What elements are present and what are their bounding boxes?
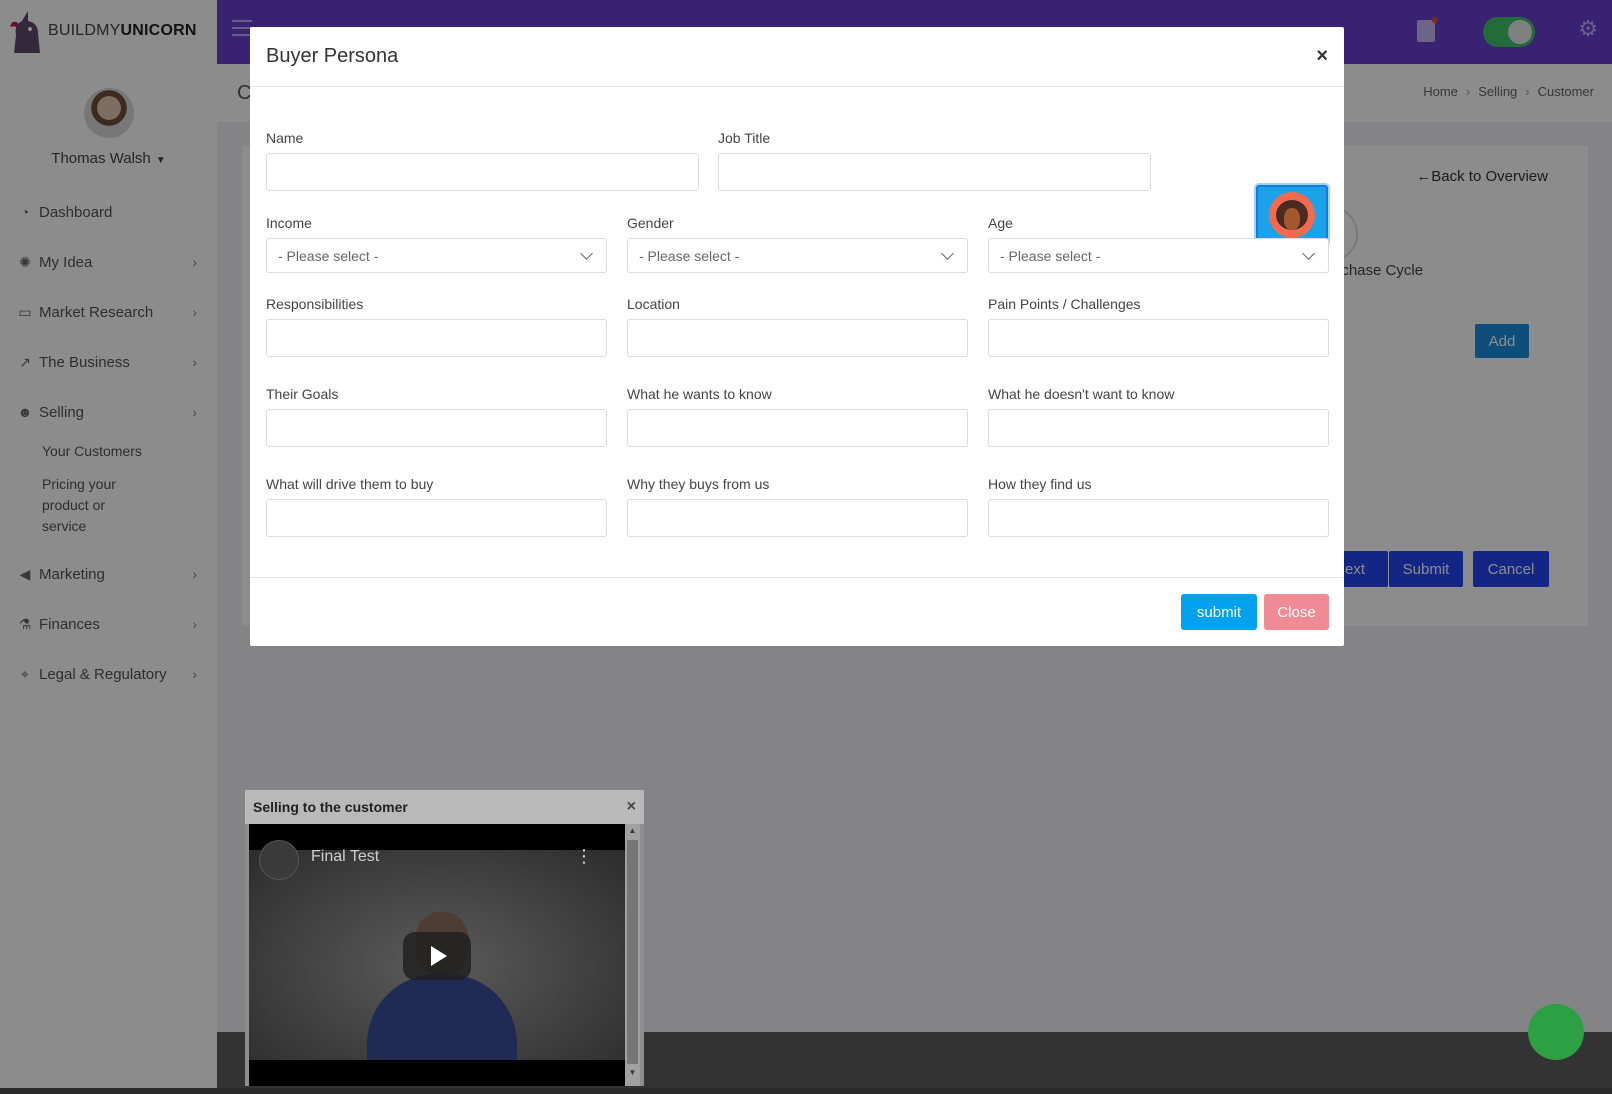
job-title-label: Job Title [718, 130, 771, 146]
chevron-down-icon [941, 246, 954, 260]
name-input[interactable] [266, 153, 699, 191]
gender-select[interactable]: - Please select - [627, 238, 968, 273]
scroll-up-icon[interactable]: ▲ [625, 824, 640, 838]
pain-points-label: Pain Points / Challenges [988, 296, 1141, 312]
play-icon [431, 946, 447, 966]
goals-field: Their Goals [266, 386, 607, 447]
name-field: Name [266, 130, 699, 191]
age-select[interactable]: - Please select - [988, 238, 1329, 273]
age-label: Age [988, 215, 1013, 231]
gender-label: Gender [627, 215, 674, 231]
goals-input[interactable] [266, 409, 607, 447]
close-icon[interactable]: × [1316, 45, 1328, 68]
age-select-value: - Please select - [1000, 247, 1101, 264]
why-buy-field: Why they buys from us [627, 476, 968, 537]
submit-button[interactable]: submit [1181, 594, 1257, 630]
pain-points-input[interactable] [988, 319, 1329, 357]
why-buy-label: Why they buys from us [627, 476, 770, 492]
channel-avatar[interactable] [259, 840, 299, 880]
drive-to-buy-label: What will drive them to buy [266, 476, 434, 492]
video-title[interactable]: Final Test [311, 848, 379, 866]
video-scrollbar[interactable]: ▲ ▼ [625, 824, 640, 1086]
chat-button[interactable] [1528, 1004, 1584, 1060]
responsibilities-input[interactable] [266, 319, 607, 357]
responsibilities-label: Responsibilities [266, 296, 364, 312]
wants-to-know-input[interactable] [627, 409, 968, 447]
modal-body: Name Job Title Income - Please select - … [250, 87, 1344, 577]
scroll-down-icon[interactable]: ▼ [625, 1066, 640, 1080]
doesnt-want-to-know-field: What he doesn't want to know [988, 386, 1329, 447]
buyer-persona-modal: Buyer Persona × Name Job Title Income - … [250, 27, 1344, 646]
gender-select-value: - Please select - [639, 247, 740, 264]
gender-field: Gender - Please select - [627, 215, 968, 273]
modal-footer: submit Close [250, 577, 1344, 646]
video-player[interactable]: Final Test ⋮ [249, 824, 625, 1086]
job-title-input[interactable] [718, 153, 1151, 191]
location-label: Location [627, 296, 680, 312]
modal-header: Buyer Persona × [250, 27, 1344, 87]
name-label: Name [266, 130, 304, 146]
chevron-down-icon [1302, 246, 1315, 260]
drive-to-buy-field: What will drive them to buy [266, 476, 607, 537]
income-select-value: - Please select - [278, 247, 379, 264]
why-buy-input[interactable] [627, 499, 968, 537]
chevron-down-icon [580, 246, 593, 260]
responsibilities-field: Responsibilities [266, 296, 607, 357]
video-close-icon[interactable]: × [627, 798, 636, 816]
drive-to-buy-input[interactable] [266, 499, 607, 537]
income-select[interactable]: - Please select - [266, 238, 607, 273]
job-title-field: Job Title [718, 130, 1151, 191]
video-widget-title: Selling to the customer [253, 799, 408, 815]
bottom-strip [0, 1088, 1612, 1094]
how-find-label: How they find us [988, 476, 1092, 492]
video-widget: Selling to the customer × Final Test ⋮ ▲… [245, 790, 644, 1086]
wants-to-know-field: What he wants to know [627, 386, 968, 447]
income-field: Income - Please select - [266, 215, 607, 273]
play-button[interactable] [403, 932, 471, 980]
how-find-field: How they find us [988, 476, 1329, 537]
doesnt-want-to-know-input[interactable] [988, 409, 1329, 447]
age-field: Age - Please select - [988, 215, 1329, 273]
location-input[interactable] [627, 319, 968, 357]
income-label: Income [266, 215, 312, 231]
video-widget-header: Selling to the customer × [245, 790, 644, 824]
video-letterbox-top [249, 824, 625, 850]
wants-to-know-label: What he wants to know [627, 386, 772, 402]
video-letterbox-bottom [249, 1060, 625, 1086]
more-options-icon[interactable]: ⋮ [575, 846, 593, 867]
location-field: Location [627, 296, 968, 357]
how-find-input[interactable] [988, 499, 1329, 537]
goals-label: Their Goals [266, 386, 339, 402]
close-button[interactable]: Close [1264, 594, 1329, 630]
modal-title: Buyer Persona [266, 45, 399, 67]
doesnt-want-to-know-label: What he doesn't want to know [988, 386, 1175, 402]
scrollbar-thumb[interactable] [627, 840, 638, 1064]
pain-points-field: Pain Points / Challenges [988, 296, 1329, 357]
